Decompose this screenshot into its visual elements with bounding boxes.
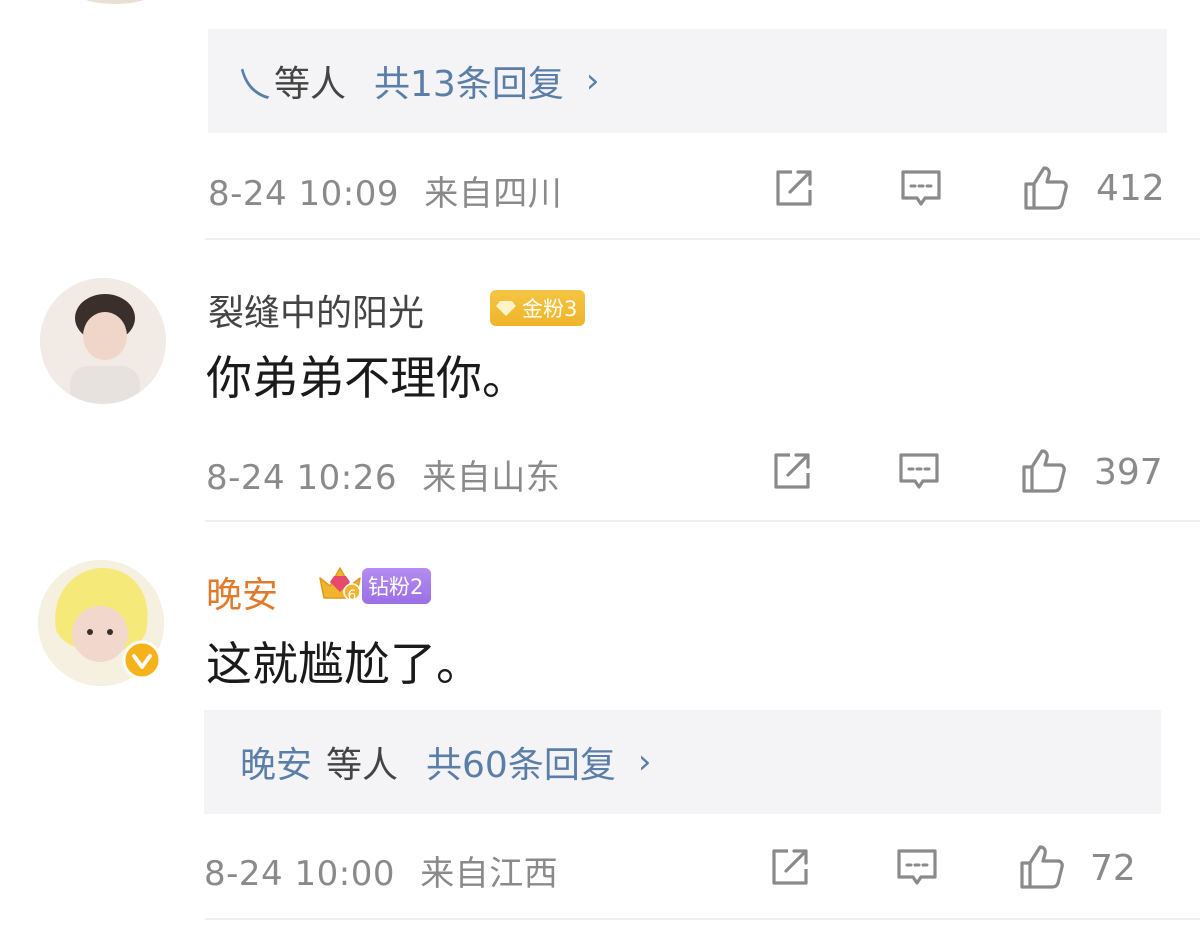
like-count: 397 [1094,452,1163,493]
comment-meta: 8-24 10:09 来自四川 [208,166,562,215]
share-icon[interactable] [768,447,816,495]
chevron-right-icon[interactable]: › [586,61,600,101]
thumbs-up-icon[interactable] [1022,164,1070,212]
like-count: 412 [1096,168,1165,209]
share-icon[interactable] [766,843,814,891]
share-icon[interactable] [770,164,818,212]
comment-meta: 8-24 10:26 来自山东 [206,450,560,499]
comment-content: 你弟弟不理你。 [206,351,528,405]
reply-others-label: 等人 [326,745,399,786]
avatar-partial[interactable] [70,0,160,4]
comment-icon[interactable] [895,447,943,495]
reply-others-label: 等人 [274,64,347,105]
thumbs-up-icon[interactable] [1018,843,1066,891]
reply-summary-box[interactable]: 乀 等人 共13条回复 › [208,29,1167,133]
gem-icon [496,301,516,316]
comment-icon[interactable] [893,843,941,891]
fan-badge-label: 钻粉2 [368,575,424,599]
comment-time: 8-24 10:00 [204,854,395,894]
comment-location: 来自四川 [424,174,563,214]
comment-time: 8-24 10:09 [208,174,399,214]
comment-location: 来自江西 [420,854,559,894]
divider [205,520,1200,522]
avatar-image [40,278,166,404]
avatar[interactable] [40,278,166,404]
reply-names[interactable]: 乀 [236,55,272,107]
comment-time: 8-24 10:26 [206,458,397,498]
fan-badge-label: 金粉3 [522,297,578,321]
divider [205,918,1200,920]
reply-summary-box[interactable]: 晚安 等人 共60条回复 › [204,710,1161,814]
comment-meta: 8-24 10:00 来自江西 [204,846,558,895]
comment-location: 来自山东 [422,458,561,498]
badge-level: 6 [347,588,357,604]
like-count: 72 [1090,848,1136,889]
username[interactable]: 晚安 [206,566,278,618]
fan-badge[interactable]: 金粉3 [490,290,586,326]
divider [205,238,1200,240]
comment-content: 这就尴尬了。 [206,637,482,691]
reply-count[interactable]: 共13条回复 [374,55,564,107]
verified-badge-icon [122,640,162,680]
chevron-right-icon[interactable]: › [638,742,652,782]
username[interactable]: 裂缝中的阳光 [208,284,424,336]
fan-badge[interactable]: 钻粉2 [362,568,432,604]
reply-names[interactable]: 晚安 [240,736,312,788]
comment-icon[interactable] [897,164,945,212]
thumbs-up-icon[interactable] [1020,447,1068,495]
reply-count[interactable]: 共60条回复 [426,736,616,788]
